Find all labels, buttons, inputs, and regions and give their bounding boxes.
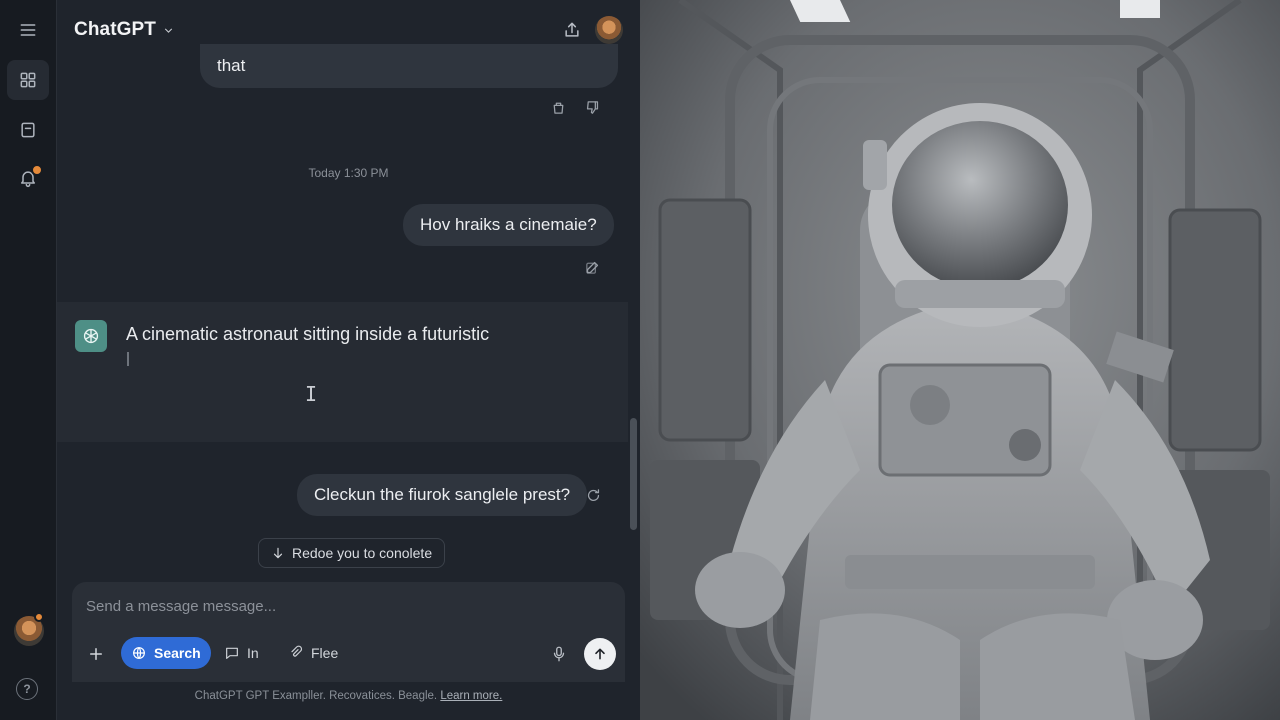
app-title: ChatGPT	[74, 19, 156, 40]
generated-image-preview[interactable]	[640, 0, 1280, 720]
scroll-to-bottom-button[interactable]: Redoe you to conolete	[258, 538, 446, 568]
plus-icon	[90, 648, 102, 660]
learn-more-link[interactable]: Learn more.	[440, 690, 502, 702]
model-selector[interactable]: ChatGPT	[74, 19, 175, 41]
assistant-avatar	[75, 320, 107, 352]
copy-button[interactable]	[548, 97, 568, 117]
globe-icon	[133, 647, 145, 659]
user-message-text: Hov hraiks a cinemaie?	[420, 215, 597, 234]
thumbs-down-button[interactable]	[582, 97, 602, 117]
assistant-message-text: A cinematic astronaut sitting inside a f…	[126, 324, 490, 344]
grid-icon	[20, 72, 36, 88]
menu-icon	[20, 24, 36, 36]
edit-icon	[585, 261, 598, 274]
rail-grid-button[interactable]	[7, 60, 49, 100]
voice-input-button[interactable]	[547, 642, 571, 666]
file-tool-button[interactable]: Flee	[278, 637, 348, 669]
share-icon	[565, 22, 579, 37]
thumbs-down-icon	[586, 100, 598, 114]
send-arrow-icon	[595, 648, 605, 660]
arrow-down-icon	[273, 547, 283, 559]
notifications-button[interactable]	[7, 158, 49, 198]
user-message-bubble: Hov hraiks a cinemaie?	[403, 204, 614, 246]
menu-button[interactable]	[7, 10, 49, 50]
attach-button[interactable]	[84, 642, 108, 666]
paperclip-icon	[291, 645, 303, 657]
send-button[interactable]	[584, 638, 616, 670]
openai-logo-icon	[83, 328, 99, 344]
footer-disclaimer: ChatGPT GPT Exampller. Recovatices. Beag…	[57, 690, 640, 702]
footer-text: ChatGPT GPT Exampller. Recovatices. Beag…	[194, 690, 438, 702]
avatar-badge	[34, 612, 44, 622]
previous-message-text: that	[217, 56, 246, 75]
regenerate-button[interactable]	[583, 485, 603, 505]
regenerate-icon	[587, 488, 599, 501]
file-tool-label: Flee	[311, 645, 339, 661]
app-root: ? ChatGPT that Today 1:30 PM Hov hraiks …	[0, 0, 1280, 720]
notification-badge	[31, 164, 43, 176]
chat-panel: ChatGPT that Today 1:30 PM Hov hraiks a …	[57, 0, 640, 720]
header-avatar[interactable]	[595, 16, 623, 44]
search-tool-button[interactable]: Search	[121, 637, 211, 669]
copy-icon	[553, 102, 563, 114]
chat-scrollbar[interactable]	[630, 418, 637, 530]
help-icon: ?	[23, 682, 31, 696]
user-message-text-2: Cleckun the fiurok sanglele prest?	[314, 485, 571, 504]
message-input[interactable]	[86, 594, 606, 618]
message-composer: Search In Flee	[72, 582, 625, 682]
chat-icon	[226, 647, 238, 659]
chevron-down-icon	[164, 27, 173, 33]
astronaut-image	[640, 0, 1280, 720]
rail-note-button[interactable]	[7, 110, 49, 150]
assistant-message-block: A cinematic astronaut sitting inside a f…	[57, 302, 628, 442]
left-rail: ?	[0, 0, 57, 720]
in-tool-button[interactable]: In	[214, 637, 269, 669]
share-button[interactable]	[560, 18, 584, 42]
previous-message-bubble: that	[200, 44, 618, 88]
search-tool-label: Search	[154, 645, 201, 661]
help-button[interactable]: ?	[16, 678, 38, 700]
typing-cursor	[127, 352, 129, 366]
scroll-to-bottom-label: Redoe you to conolete	[292, 545, 433, 561]
in-tool-label: In	[247, 645, 259, 661]
mic-icon	[553, 646, 565, 662]
note-icon	[21, 122, 35, 138]
user-message-bubble-2: Cleckun the fiurok sanglele prest?	[297, 474, 588, 516]
text-cursor-icon: I	[305, 382, 318, 406]
message-timestamp: Today 1:30 PM	[308, 166, 389, 180]
edit-message-button[interactable]	[582, 257, 602, 277]
